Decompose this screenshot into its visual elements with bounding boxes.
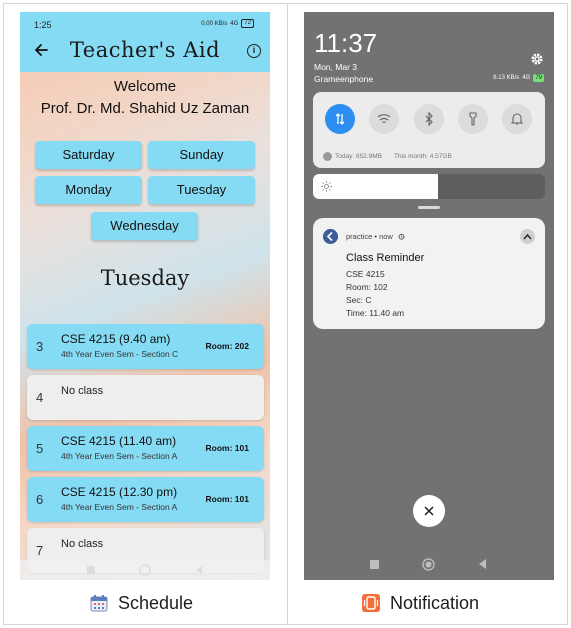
welcome-text: Welcome (113, 78, 177, 95)
period-number: 5 (36, 441, 44, 456)
status-icons: 6.13 KB/s 4G 79 (493, 74, 544, 82)
home-icon[interactable] (422, 558, 435, 571)
mobile-data-toggle[interactable] (325, 104, 355, 134)
quick-settings-panel: Today: 652.9MB This month: 4.57GB (313, 92, 545, 168)
close-icon (424, 506, 434, 516)
app-logo-icon (323, 229, 338, 244)
back-nav-icon[interactable] (478, 559, 487, 569)
class-section: 4th Year Even Sem - Section A (61, 502, 178, 512)
calendar-icon (90, 595, 108, 612)
notification-card[interactable]: practice • now Class Reminder CSE 4215 R… (313, 218, 545, 329)
recents-icon[interactable] (86, 565, 96, 575)
notification-title: Class Reminder (346, 252, 425, 264)
status-time: 1:25 (34, 20, 52, 30)
class-card[interactable]: 4 No class (27, 375, 264, 420)
flashlight-icon (469, 112, 477, 126)
class-room: Room: 101 (205, 443, 249, 453)
navigation-bar (20, 560, 270, 580)
back-arrow-icon[interactable] (32, 41, 50, 59)
data-usage-icon (323, 152, 332, 161)
data-usage-today: Today: 652.9MB (323, 152, 382, 161)
data-usage-month: This month: 4.57GB (393, 153, 452, 160)
recents-icon[interactable] (370, 560, 379, 569)
flashlight-toggle[interactable] (458, 104, 488, 134)
class-title: No class (61, 385, 104, 397)
notification-line: Sec: C (346, 295, 372, 305)
class-room: Room: 202 (205, 341, 249, 351)
class-card[interactable]: 3 CSE 4215 (9.40 am) 4th Year Even Sem -… (27, 324, 264, 369)
schedule-caption-text: Schedule (118, 592, 194, 613)
class-card[interactable]: 6 CSE 4215 (12.30 pm) 4th Year Even Sem … (27, 477, 264, 522)
schedule-phone: 1:25 0.00 KB/s 4G 72 Teacher's Aid i Wel… (20, 12, 270, 580)
selected-day-heading: Tuesday (100, 266, 190, 290)
class-title: CSE 4215 (11.40 am) (61, 434, 177, 448)
navigation-bar (304, 557, 554, 573)
notification-header: practice • now (346, 232, 405, 241)
data-arrows-icon (335, 113, 345, 125)
wifi-icon (377, 114, 391, 124)
notification-line: Room: 102 (346, 282, 388, 292)
bluetooth-toggle[interactable] (414, 104, 444, 134)
day-button-sunday[interactable]: Sunday (148, 141, 255, 169)
sun-icon (321, 181, 332, 192)
panel-divider (287, 3, 288, 625)
battery-icon: 72 (241, 19, 254, 28)
class-card[interactable]: 5 CSE 4215 (11.40 am) 4th Year Even Sem … (27, 426, 264, 471)
clock-time: 11:37 (314, 28, 378, 58)
carrier-name: Grameenphone (314, 74, 374, 84)
home-icon[interactable] (139, 564, 151, 576)
app-title: Teacher's Aid (69, 38, 221, 62)
period-number: 6 (36, 492, 44, 507)
collapse-button[interactable] (520, 229, 535, 244)
day-button-wednesday[interactable]: Wednesday (91, 212, 198, 240)
bell-icon (510, 113, 524, 125)
class-section: 4th Year Even Sem - Section A (61, 451, 178, 461)
notification-time: now (379, 232, 393, 241)
bluetooth-icon (425, 112, 433, 126)
notification-phone: 11:37 Mon, Mar 3 Grameenphone 6.13 KB/s … (304, 12, 554, 580)
info-icon[interactable]: i (247, 44, 261, 58)
notification-caption-text: Notification (390, 592, 480, 613)
day-button-monday[interactable]: Monday (35, 176, 142, 204)
clear-notifications-button[interactable] (413, 495, 445, 527)
period-number: 4 (36, 390, 44, 405)
class-section: 4th Year Even Sem - Section C (61, 349, 179, 359)
notification-app: practice (346, 232, 373, 241)
brightness-slider[interactable] (313, 174, 545, 199)
signal-label: 4G (522, 75, 531, 81)
class-title: CSE 4215 (9.40 am) (61, 332, 171, 346)
net-speed: 0.00 KB/s (201, 20, 228, 27)
teacher-name: Prof. Dr. Md. Shahid Uz Zaman (40, 100, 250, 117)
alarm-icon (398, 233, 405, 240)
notification-line: CSE 4215 (346, 269, 385, 279)
period-number: 7 (36, 543, 44, 558)
notification-phone-icon (362, 594, 380, 612)
usage-today-text: Today: 652.9MB (335, 153, 382, 161)
schedule-caption: Schedule (90, 591, 193, 615)
class-room: Room: 101 (205, 494, 249, 504)
status-icons: 0.00 KB/s 4G 72 (201, 19, 254, 28)
clock-date: Mon, Mar 3 (314, 62, 357, 72)
app-bar: Teacher's Aid i (20, 36, 270, 72)
class-title: No class (61, 538, 104, 550)
day-button-saturday[interactable]: Saturday (35, 141, 142, 169)
notification-caption: Notification (362, 591, 479, 615)
period-number: 3 (36, 339, 44, 354)
net-speed: 6.13 KB/s (493, 75, 520, 81)
class-title: CSE 4215 (12.30 pm) (61, 485, 178, 499)
day-button-tuesday[interactable]: Tuesday (148, 176, 255, 204)
data-usage: Today: 652.9MB This month: 4.57GB (323, 152, 452, 161)
back-nav-icon[interactable] (194, 565, 204, 575)
chevron-up-icon (523, 233, 532, 240)
wifi-toggle[interactable] (369, 104, 399, 134)
battery-icon: 79 (533, 74, 544, 82)
notification-line: Time: 11.40 am (346, 308, 405, 318)
signal-label: 4G (230, 20, 239, 27)
drag-handle[interactable] (418, 206, 440, 209)
gear-icon[interactable] (530, 52, 544, 66)
status-bar: 1:25 0.00 KB/s 4G 72 (20, 12, 270, 36)
ringer-toggle[interactable] (502, 104, 532, 134)
